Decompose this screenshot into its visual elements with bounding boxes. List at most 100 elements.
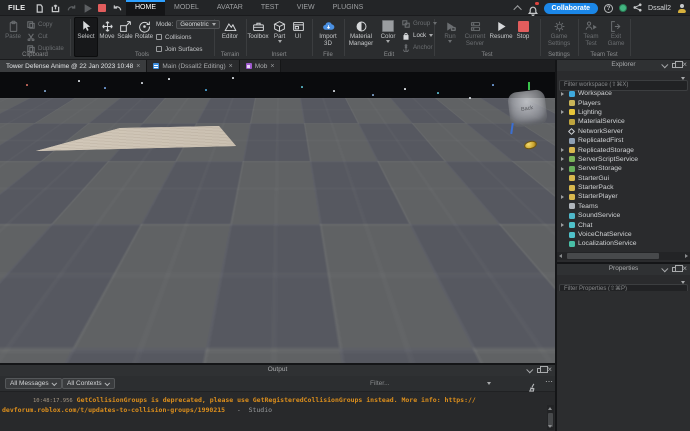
part-button[interactable]: Part	[270, 17, 289, 57]
close-tab-icon[interactable]: ×	[229, 63, 233, 70]
redo-icon[interactable]	[66, 3, 76, 13]
stop-button[interactable]: Stop	[514, 17, 532, 57]
expand-arrow-icon[interactable]	[561, 194, 564, 199]
username-label[interactable]: Dssall2	[648, 5, 671, 12]
open-icon[interactable]	[50, 3, 60, 13]
panel-close-icon[interactable]: ×	[682, 265, 687, 273]
panel-float-icon[interactable]	[672, 61, 683, 68]
expand-arrow-icon[interactable]	[561, 110, 564, 115]
collisions-checkbox-row[interactable]: Collisions	[156, 32, 191, 42]
current-server-button[interactable]: Current Server	[462, 17, 488, 57]
team-test-button[interactable]: Team Test	[579, 17, 603, 57]
run-button[interactable]: Run	[440, 17, 460, 57]
tab-plugins[interactable]: PLUGINS	[324, 0, 373, 16]
collisions-checkbox[interactable]	[156, 34, 162, 40]
panel-close-icon[interactable]: ×	[682, 61, 687, 69]
contexts-filter-dropdown[interactable]: All Contexts	[62, 378, 115, 389]
explorer-item-replicatedfirst[interactable]: ReplicatedFirst	[557, 136, 690, 145]
explorer-horizontal-scrollbar[interactable]	[557, 252, 690, 260]
explorer-item-starterpack[interactable]: StarterPack	[557, 183, 690, 192]
explorer-item-serverscriptservice[interactable]: ServerScriptService	[557, 155, 690, 164]
notifications-bell-icon[interactable]	[527, 1, 539, 16]
tab-home[interactable]: HOME	[126, 0, 165, 16]
output-header[interactable]: Output ×	[0, 365, 555, 376]
explorer-item-serverstorage[interactable]: ServerStorage	[557, 164, 690, 173]
explorer-item-workspace[interactable]: Workspace	[557, 89, 690, 98]
help-icon[interactable]: ?	[604, 3, 614, 13]
panel-collapse-icon[interactable]	[661, 60, 669, 68]
rotate-tool-button[interactable]: Rotate	[134, 17, 154, 57]
log-message-link[interactable]: devforum.roblox.com/t/updates-to-collisi…	[2, 406, 225, 414]
avatar[interactable]	[677, 4, 686, 13]
doc-tab-place[interactable]: Tower Defense Anime @ 22 Jan 2023 10:48 …	[0, 60, 148, 72]
game-settings-button[interactable]: Game Settings	[545, 17, 573, 57]
messages-filter-dropdown[interactable]: All Messages	[5, 378, 62, 389]
tab-avatar[interactable]: AVATAR	[208, 0, 252, 16]
tab-view[interactable]: VIEW	[288, 0, 324, 16]
material-manager-button[interactable]: Material Manager	[346, 17, 376, 57]
import-3d-button[interactable]: Import 3D	[316, 17, 340, 57]
panel-close-icon[interactable]: ×	[547, 366, 552, 374]
explorer-item-voicechatservice[interactable]: VoiceChatService	[557, 230, 690, 239]
explorer-item-chat[interactable]: Chat	[557, 220, 690, 229]
output-overflow-menu-icon[interactable]: ⋯	[545, 377, 554, 386]
output-log[interactable]: 10:48:17.956 GetCollisionGroups is depre…	[0, 392, 555, 431]
explorer-item-networkserver[interactable]: NetworkServer	[557, 127, 690, 136]
mob-coin[interactable]	[258, 270, 269, 278]
lock-button[interactable]: Lock	[402, 31, 434, 40]
viewcube-face-label[interactable]: Back	[521, 105, 534, 113]
explorer-item-teams[interactable]: Teams	[557, 202, 690, 211]
doc-tab-main-script[interactable]: Main (Dssall2 Editing) ×	[147, 60, 240, 72]
anchor-button[interactable]: Anchor	[402, 43, 433, 52]
scale-tool-button[interactable]: Scale	[116, 17, 134, 57]
share-icon[interactable]	[633, 0, 642, 17]
panel-collapse-icon[interactable]	[526, 365, 534, 373]
doc-tab-mob[interactable]: Mob ×	[239, 60, 282, 72]
explorer-item-starterplayer[interactable]: StarterPlayer	[557, 192, 690, 201]
resume-button[interactable]: Resume	[489, 17, 513, 57]
move-tool-button[interactable]: Move	[98, 17, 116, 57]
play-icon[interactable]	[82, 3, 92, 13]
properties-header[interactable]: Properties ×	[557, 264, 690, 275]
baseplate-grid[interactable]	[0, 72, 555, 99]
explorer-item-soundservice[interactable]: SoundService	[557, 211, 690, 220]
expand-arrow-icon[interactable]	[561, 148, 564, 153]
copy-button[interactable]: Copy	[27, 20, 52, 29]
expand-arrow-icon[interactable]	[561, 157, 564, 162]
output-filter-input[interactable]	[310, 378, 492, 389]
explorer-item-players[interactable]: Players	[557, 98, 690, 107]
explorer-item-localizationservice[interactable]: LocalizationService	[557, 239, 690, 248]
undo-icon[interactable]	[112, 3, 122, 13]
stop-icon[interactable]	[98, 4, 106, 12]
collaborate-button[interactable]: Collaborate	[543, 2, 599, 14]
tab-model[interactable]: MODEL	[165, 0, 208, 16]
explorer-item-lighting[interactable]: Lighting	[557, 108, 690, 117]
paste-button[interactable]: Paste	[2, 17, 24, 57]
explorer-item-replicatedstorage[interactable]: ReplicatedStorage	[557, 145, 690, 154]
close-tab-icon[interactable]: ×	[270, 63, 274, 70]
new-file-icon[interactable]	[34, 3, 44, 13]
output-scrollbar[interactable]	[547, 405, 554, 430]
explorer-header[interactable]: Explorer ×	[557, 60, 690, 71]
group-button[interactable]: Group	[402, 19, 438, 28]
toolbox-button[interactable]: Toolbox	[247, 17, 269, 57]
filter-caret-icon[interactable]	[681, 281, 685, 284]
explorer-item-materialservice[interactable]: MaterialService	[557, 117, 690, 126]
expand-arrow-icon[interactable]	[561, 166, 564, 171]
collapse-ribbon-icon[interactable]	[512, 5, 522, 14]
select-tool-button[interactable]: Select	[74, 17, 98, 57]
color-button[interactable]: Color	[378, 17, 398, 57]
file-menu[interactable]: FILE	[8, 3, 25, 12]
filter-caret-icon[interactable]	[487, 382, 491, 385]
3d-viewport[interactable]: Back	[0, 72, 555, 363]
panel-float-icon[interactable]	[537, 366, 548, 373]
panel-collapse-icon[interactable]	[661, 264, 669, 272]
close-tab-icon[interactable]: ×	[136, 63, 140, 70]
explorer-item-startergui[interactable]: StarterGui	[557, 174, 690, 183]
cut-button[interactable]: Cut	[27, 32, 48, 41]
expand-arrow-icon[interactable]	[561, 91, 564, 96]
tab-test[interactable]: TEST	[252, 0, 288, 16]
panel-float-icon[interactable]	[672, 265, 683, 272]
ui-button[interactable]: UI	[290, 17, 306, 57]
exit-game-button[interactable]: Exit Game	[604, 17, 628, 57]
